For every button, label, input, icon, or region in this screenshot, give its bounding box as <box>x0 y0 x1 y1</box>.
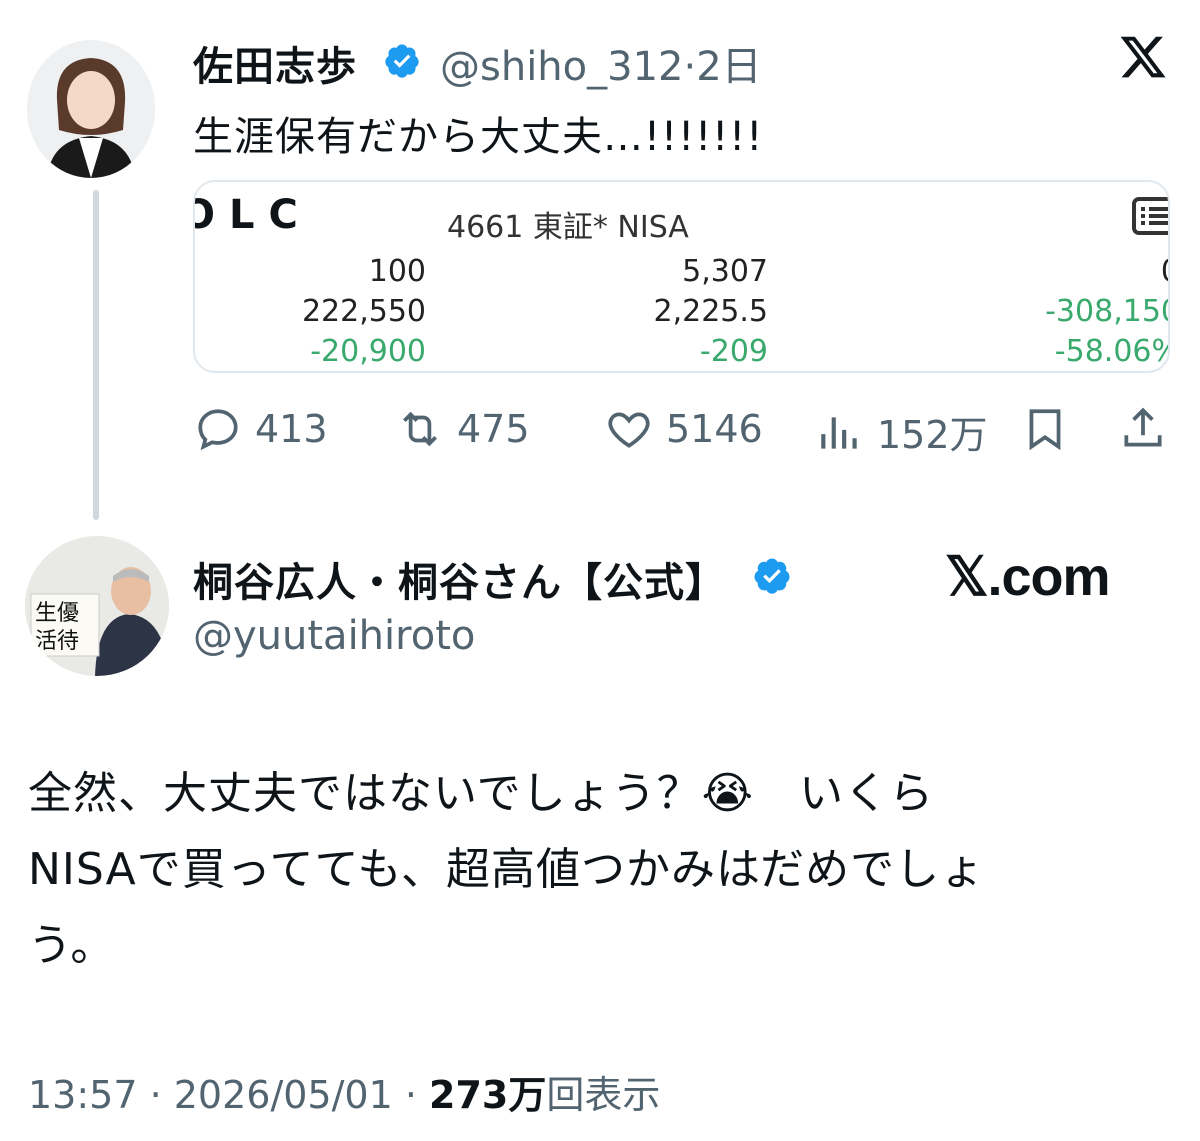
views-count: 152万 <box>877 413 988 457</box>
like-icon <box>608 412 650 448</box>
tweet2-text: 全然、大丈夫ではないでしょう？😭 いくら NISAで買ってても、超高値つかみはだ… <box>28 756 1158 984</box>
repost-count: 475 <box>457 407 530 451</box>
card-cell: 2,225.5 <box>653 294 768 329</box>
tweet2-view-count: 273万 <box>429 1073 547 1117</box>
verified-badge-icon <box>385 44 419 78</box>
views-button[interactable]: 152万 <box>815 404 988 459</box>
card-cell: 222,550 <box>301 294 426 329</box>
card-menu-icon <box>1132 197 1168 235</box>
avatar-kiritani[interactable]: 生優 活待 <box>25 536 169 676</box>
tweet1-author-name[interactable]: 佐田志歩 <box>193 34 357 92</box>
tweet2-text-line: NISAで買ってても、超高値つかみはだめでしょ <box>28 844 986 895</box>
thread-connector <box>93 190 99 520</box>
x-com-watermark: 𝕏.com <box>945 547 1111 607</box>
reply-button[interactable]: 413 <box>193 404 328 454</box>
x-logo-icon <box>1120 36 1166 78</box>
svg-text:生優: 生優 <box>35 601 79 626</box>
tweet1-text: 生涯保有だから大丈夫…!!!!!!! <box>193 114 764 160</box>
card-cell: -20,900 <box>310 334 426 369</box>
views-icon <box>821 416 857 449</box>
repost-icon <box>403 411 437 447</box>
tweet1-handle-time[interactable]: @shiho_312·2日 <box>440 34 762 92</box>
avatar-shiho[interactable] <box>27 40 155 178</box>
card-ticker: OLC <box>193 192 312 238</box>
reply-icon <box>198 409 238 451</box>
repost-button[interactable]: 475 <box>395 404 530 454</box>
tweet2-text-line: 全然、大丈夫ではないでしょう？😭 いくら <box>28 768 935 819</box>
tweet2-text-line: う。 <box>28 920 116 971</box>
bookmark-icon <box>1029 409 1061 451</box>
card-cell: -209 <box>699 334 768 369</box>
tweet2-handle[interactable]: @yuutaihiroto <box>193 613 475 659</box>
share-button[interactable] <box>1118 404 1180 454</box>
card-cell: -308,150 <box>1045 294 1170 329</box>
bookmark-button[interactable] <box>1020 404 1082 454</box>
like-count: 5146 <box>666 407 763 451</box>
share-icon <box>1124 407 1162 447</box>
tweet2-timestamp[interactable]: 13:57 · 2026/05/01 · <box>28 1073 429 1117</box>
stock-card-image[interactable]: OLC 4661 東証* NISA 100 5,307 0 222,550 2,… <box>193 180 1170 373</box>
reply-count: 413 <box>255 407 328 451</box>
verified-badge-icon <box>754 558 790 594</box>
tweet2-author-name[interactable]: 桐谷広人・桐谷さん【公式】 <box>193 550 726 608</box>
card-cell: 100 <box>368 254 426 289</box>
like-button[interactable]: 5146 <box>604 404 763 454</box>
tweet2-footer: 13:57 · 2026/05/01 · 273万回表示 <box>28 1064 660 1119</box>
card-cell: -58.06% <box>1054 334 1170 369</box>
tweet2-view-suffix: 回表示 <box>546 1073 661 1117</box>
card-cell: 0 <box>1161 254 1168 289</box>
card-cell: 5,307 <box>682 254 768 289</box>
svg-text:活待: 活待 <box>35 629 79 654</box>
card-meta: 4661 東証* NISA <box>447 210 689 245</box>
